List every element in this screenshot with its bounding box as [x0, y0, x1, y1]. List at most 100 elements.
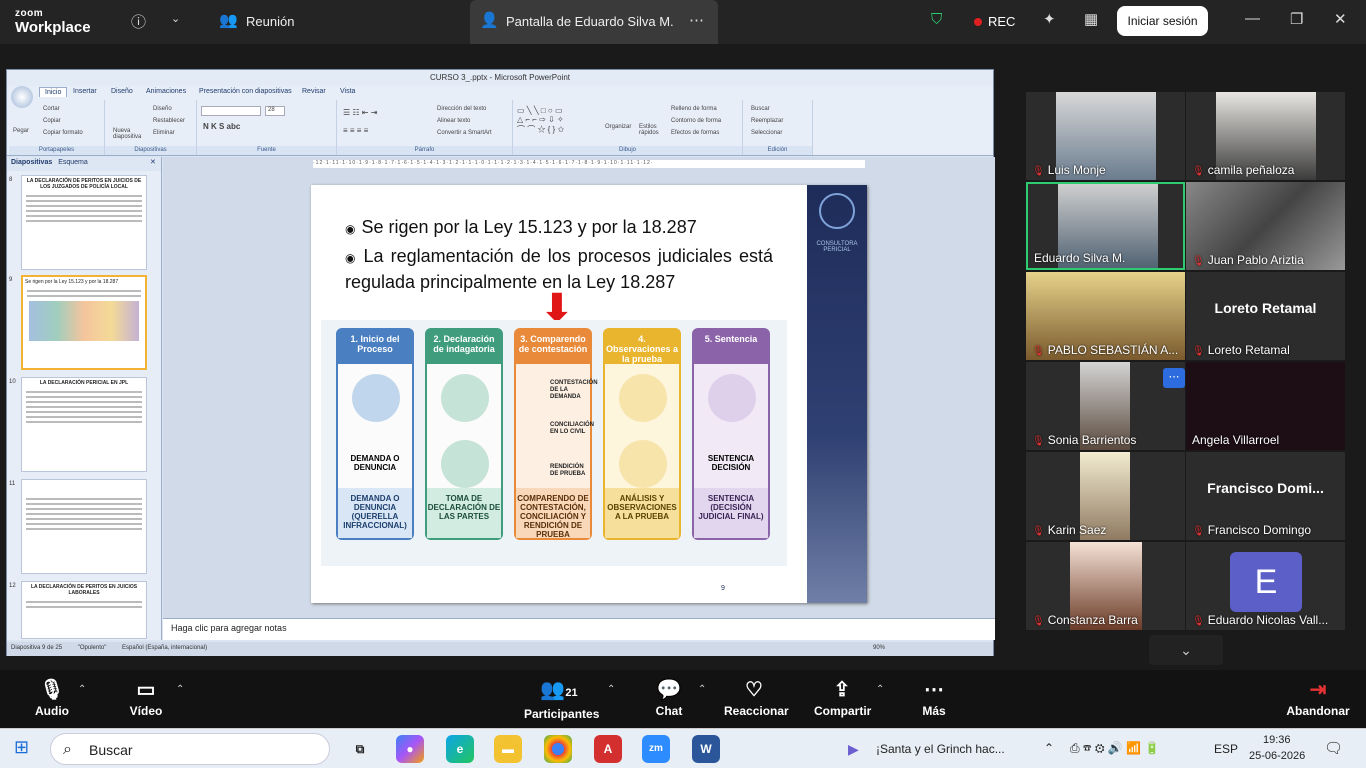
list-icons[interactable]: ☰ ☷ ⇤ ⇥ [343, 108, 377, 117]
font-name-field[interactable] [201, 106, 261, 116]
slide-thumb-8[interactable]: LA DECLARACIÓN DE PERITOS EN JUICIOS DE … [21, 175, 147, 270]
font-size-field[interactable]: 28 [265, 106, 285, 116]
audio-options-chevron-icon[interactable]: ⌃ [78, 684, 86, 695]
tab-vista[interactable]: Vista [340, 88, 355, 95]
cut-button[interactable]: Cortar [43, 106, 60, 112]
shape-outline-button[interactable]: Contorno de forma [671, 118, 721, 124]
slide-thumb-10[interactable]: LA DECLARACIÓN PERICIAL EN JPL [21, 377, 147, 472]
clock-date[interactable]: 25-06-2026 [1249, 750, 1305, 762]
design-button[interactable]: Diseño [153, 106, 172, 112]
edge-icon[interactable]: e [446, 735, 474, 763]
video-button[interactable]: ▭ Vídeo [126, 678, 166, 718]
slide-thumb-9[interactable]: Se rigen por la Ley 15.123 y por la 18.2… [21, 275, 147, 370]
replace-button[interactable]: Reemplazar [751, 118, 783, 124]
clock-time[interactable]: 19:36 [1263, 734, 1291, 746]
participant-tile[interactable]: E 🎙 Eduardo Nicolas Vall... [1186, 542, 1345, 630]
align-icons[interactable]: ≡ ≡ ≡ ≡ [343, 126, 368, 135]
taskbar-search[interactable]: ⌕ Buscar [50, 733, 330, 765]
acrobat-icon[interactable]: A [594, 735, 622, 763]
reset-button[interactable]: Restablecer [153, 118, 185, 124]
meeting-label[interactable]: Reunión [246, 14, 294, 29]
slide-bullet-2[interactable]: ◉ La reglamentación de los procesos judic… [345, 244, 773, 294]
participant-tile[interactable]: 🎙 Luis Monje [1026, 92, 1185, 180]
sign-in-button[interactable]: Iniciar sesión [1117, 6, 1208, 36]
chrome-icon[interactable] [544, 735, 572, 763]
share-tab[interactable]: 👤 Pantalla de Eduardo Silva M. ⋯ [470, 0, 718, 44]
zoom-app-icon[interactable]: zm [642, 735, 670, 763]
participants-button[interactable]: 👥21 Participantes [524, 678, 599, 721]
delete-button[interactable]: Eliminar [153, 130, 175, 136]
react-button[interactable]: ♡ Reaccionar [724, 678, 789, 718]
language-indicator[interactable]: ESP [1214, 742, 1238, 756]
leave-button[interactable]: ⇥ Abandonar [1286, 678, 1350, 718]
more-button[interactable]: ⋯ Más [920, 678, 948, 718]
chat-options-chevron-icon[interactable]: ⌃ [698, 684, 706, 695]
tab-inicio[interactable]: Inicio [39, 87, 68, 97]
file-explorer-icon[interactable]: ▬ [494, 735, 522, 763]
tile-options-icon[interactable]: ⋯ [1163, 368, 1185, 388]
audio-button[interactable]: 🎙 Audio [34, 678, 70, 718]
find-button[interactable]: Buscar [751, 106, 770, 112]
smartart-button[interactable]: Convertir a SmartArt [437, 130, 492, 136]
participant-tile[interactable]: 🎙 Sonia Barrientos [1026, 362, 1185, 450]
shape-fill-button[interactable]: Relleno de forma [671, 106, 717, 112]
participant-tile[interactable]: 🎙 camila peñaloza [1186, 92, 1345, 180]
close-pane-icon[interactable]: ✕ [150, 158, 156, 166]
share-button[interactable]: ⇪ Compartir [814, 678, 871, 718]
video-options-chevron-icon[interactable]: ⌃ [176, 684, 184, 695]
organize-button[interactable]: Organizar [605, 124, 631, 130]
more-options-icon[interactable]: ⋯ [689, 11, 704, 29]
text-direction-button[interactable]: Dirección del texto [437, 106, 486, 112]
copy-button[interactable]: Copiar [43, 118, 61, 124]
maximize-icon[interactable]: ❐ [1290, 10, 1303, 28]
bold-icon[interactable]: N K S abc [203, 122, 240, 131]
paste-button[interactable]: Pegar [13, 128, 29, 134]
notification-center-icon[interactable]: 🗨 [1324, 739, 1343, 757]
taskbar-notification[interactable]: ¡Santa y el Grinch hac... [876, 742, 1005, 756]
notes-field[interactable]: Haga clic para agregar notas [163, 618, 995, 640]
new-slide-button[interactable]: Nueva diapositiva [113, 128, 143, 140]
format-copy-button[interactable]: Copiar formato [43, 130, 83, 136]
slide-thumb-12[interactable]: LA DECLARACIÓN DE PERITOS EN JUICIOS LAB… [21, 581, 147, 639]
close-icon[interactable]: ✕ [1334, 10, 1347, 28]
chevron-down-icon[interactable]: ⌄ [171, 12, 180, 25]
tab-revisar[interactable]: Revisar [302, 88, 326, 95]
zoom-level[interactable]: 90% [873, 645, 885, 651]
participant-tile[interactable]: 🎙 Karin Saez [1026, 452, 1185, 540]
copilot-icon[interactable]: ● [396, 735, 424, 763]
layout-icon[interactable]: ▦ [1084, 10, 1098, 28]
tab-diapositivas[interactable]: Diapositivas [11, 159, 52, 166]
shapes-gallery[interactable]: ▭ ╲ ╲ □ ○ ▭ △ ⌐ ⌐ ⇨ ⇩ ✧ ⌒ ⌒ ☆ { } ✩ [517, 106, 564, 135]
task-view-icon[interactable]: ⧉ [346, 735, 374, 763]
tab-insertar[interactable]: Insertar [73, 88, 97, 95]
tray-chevron-icon[interactable]: ⌃ [1044, 741, 1054, 755]
tray-icons[interactable]: ⎙ ☎ ⚙ 🔊 📶 🔋 [1070, 741, 1159, 756]
recording-indicator[interactable]: REC [974, 14, 1015, 29]
participant-tile-active[interactable]: Eduardo Silva M. [1026, 182, 1185, 270]
participant-tile[interactable]: Angela Villarroel [1186, 362, 1345, 450]
slide-thumb-11[interactable] [21, 479, 147, 574]
participant-tile[interactable]: 🎙 PABLO SEBASTIÁN A... [1026, 272, 1185, 360]
quick-styles-button[interactable]: Estilos rápidos [639, 124, 661, 136]
word-icon[interactable]: W [692, 735, 720, 763]
participants-options-chevron-icon[interactable]: ⌃ [607, 684, 615, 695]
minimize-icon[interactable]: — [1245, 10, 1260, 27]
tab-diseno[interactable]: Diseño [111, 88, 133, 95]
participant-tile[interactable]: Loreto Retamal 🎙 Loreto Retamal [1186, 272, 1345, 360]
slide-bullet-1[interactable]: ◉ Se rigen por la Ley 15.123 y por la 18.… [345, 215, 785, 241]
windows-start-icon[interactable]: ⊞ [14, 737, 29, 758]
share-options-chevron-icon[interactable]: ⌃ [876, 684, 884, 695]
shield-icon[interactable]: ⛉ [931, 11, 942, 28]
ai-companion-icon[interactable]: ✦ [1043, 10, 1056, 28]
tab-presentacion[interactable]: Presentación con diapositivas [199, 88, 292, 95]
select-button[interactable]: Seleccionar [751, 130, 782, 136]
participant-tile[interactable]: Francisco Domi... 🎙 Francisco Domingo [1186, 452, 1345, 540]
shape-effects-button[interactable]: Efectos de formas [671, 130, 719, 136]
slide-edit-area[interactable]: ·12·1·11·1·10·1·9·1·8·1·7·1·6·1·5·1·4·1·… [163, 157, 995, 618]
align-text-button[interactable]: Alinear texto [437, 118, 470, 124]
powerpoint-window[interactable]: CURSO 3_.pptx - Microsoft PowerPoint Ini… [6, 69, 995, 656]
current-slide[interactable]: ◉ Se rigen por la Ley 15.123 y por la 18.… [311, 185, 867, 603]
info-icon[interactable]: ⓘ [131, 11, 146, 32]
tab-esquema[interactable]: Esquema [58, 159, 88, 166]
participant-tile[interactable]: 🎙 Juan Pablo Ariztia [1186, 182, 1345, 270]
